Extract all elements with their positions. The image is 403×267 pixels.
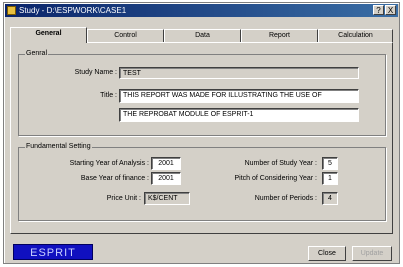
study-name-label: Study Name : xyxy=(74,69,117,76)
base-year-label: Base Year of finance : xyxy=(80,175,149,182)
num-periods-field: 4 xyxy=(322,192,338,205)
general-panel: Genral Study Name : TEST Title : THIS RE… xyxy=(10,42,393,234)
title-line2-field[interactable]: THE REPROBAT MODULE OF ESPRIT-1 xyxy=(119,108,359,122)
fundamental-group: Fundamental Setting Starting Year of Ana… xyxy=(18,142,386,221)
fundamental-group-label: Fundamental Setting xyxy=(25,142,92,152)
close-window-button[interactable]: X xyxy=(385,5,396,15)
app-icon xyxy=(7,6,16,15)
num-study-year-field[interactable]: 5 xyxy=(322,157,338,170)
general-group-label: Genral xyxy=(25,49,49,59)
tab-data[interactable]: Data xyxy=(164,29,241,42)
tab-general[interactable]: General xyxy=(10,27,87,43)
general-group: Genral Study Name : TEST Title : THIS RE… xyxy=(18,49,386,136)
tab-calculation[interactable]: Calculation xyxy=(318,29,393,42)
start-year-field[interactable]: 2001 xyxy=(151,157,181,170)
num-study-year-label: Number of Study Year : xyxy=(244,160,317,167)
title-bar[interactable]: Study - D:\ESPWORK\CASE1 ? X xyxy=(5,4,398,17)
price-unit-field[interactable]: K$/CENT xyxy=(144,192,190,205)
num-periods-label: Number of Periods : xyxy=(254,195,317,202)
tab-report[interactable]: Report xyxy=(241,29,318,42)
study-name-field[interactable]: TEST xyxy=(119,67,359,79)
close-button[interactable]: Close xyxy=(308,246,346,261)
tab-control[interactable]: Control xyxy=(87,29,164,42)
price-unit-label: Price Unit : xyxy=(106,195,141,202)
update-button[interactable]: Update xyxy=(352,246,392,261)
title-line1-field[interactable]: THIS REPORT WAS MADE FOR ILLUSTRATING TH… xyxy=(119,89,359,103)
base-year-field[interactable]: 2001 xyxy=(151,172,181,185)
window-title: Study - D:\ESPWORK\CASE1 xyxy=(19,6,127,15)
pitch-field[interactable]: 1 xyxy=(322,172,338,185)
help-button[interactable]: ? xyxy=(373,5,384,15)
esprit-logo: ESPRIT xyxy=(13,244,93,260)
start-year-label: Starting Year of Analysis : xyxy=(69,160,149,167)
pitch-label: Pitch of Considering Year : xyxy=(234,175,318,182)
title-label: Title : xyxy=(100,92,117,99)
tab-strip: General Control Data Report Calculation xyxy=(10,27,393,43)
